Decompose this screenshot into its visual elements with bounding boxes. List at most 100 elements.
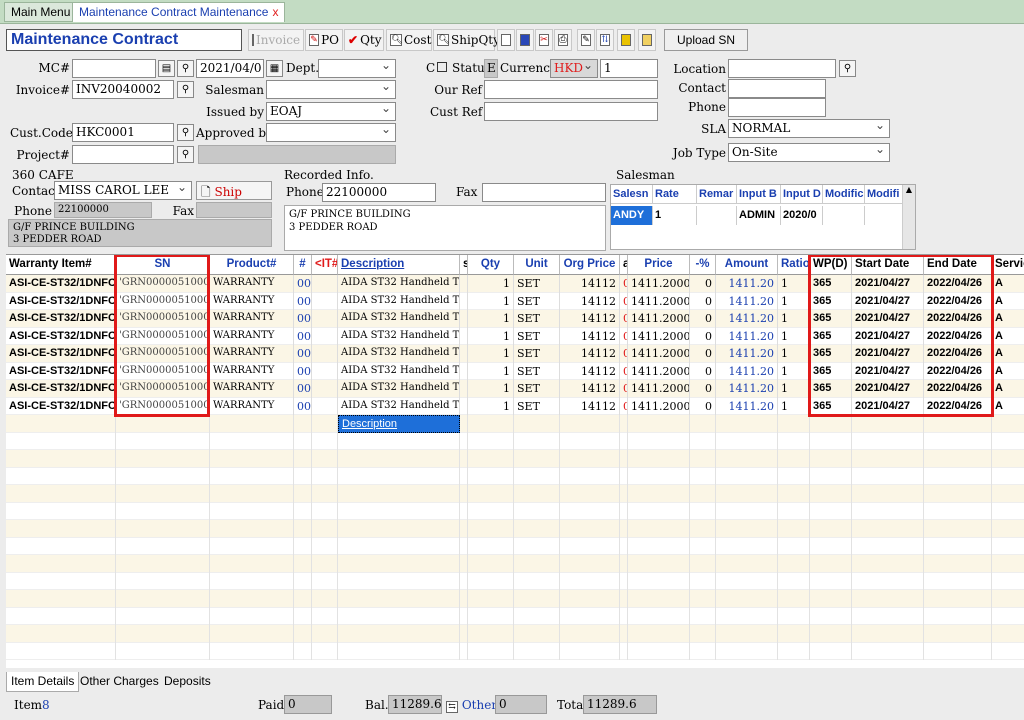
salesman-header[interactable]: Salesn: [611, 185, 653, 204]
table-cell[interactable]: 0: [620, 275, 628, 293]
table-row[interactable]: [6, 450, 1024, 468]
table-cell[interactable]: SET: [514, 310, 560, 328]
table-cell[interactable]: 003: [294, 310, 312, 328]
cost-button[interactable]: 🔍︎ Cost: [386, 29, 432, 51]
recorded-address[interactable]: G/F PRINCE BUILDING 3 PEDDER ROAD: [284, 205, 606, 251]
salesman-header[interactable]: Rate: [653, 185, 697, 204]
table-cell[interactable]: 005: [294, 345, 312, 363]
table-cell[interactable]: 1: [778, 345, 810, 363]
salesman-cell[interactable]: 1: [653, 206, 697, 225]
contact-input[interactable]: [728, 79, 826, 98]
table-cell[interactable]: A: [992, 293, 1024, 311]
column-header[interactable]: <IT#: [312, 255, 338, 275]
table-cell[interactable]: ASI-CE-ST32/1DNFC: [6, 397, 116, 415]
approved-by-select[interactable]: [266, 123, 396, 142]
table-cell[interactable]: A: [992, 328, 1024, 346]
salesman-select[interactable]: [266, 80, 396, 99]
search-icon[interactable]: ⚲: [839, 60, 856, 77]
table-cell[interactable]: 1: [468, 275, 514, 293]
salesman-cell[interactable]: ADMIN: [737, 206, 781, 225]
table-cell[interactable]: SET: [514, 327, 560, 345]
phone-input[interactable]: [728, 98, 826, 117]
column-header[interactable]: Description: [338, 255, 460, 275]
table-cell[interactable]: 1: [778, 397, 810, 415]
search-icon[interactable]: ⚲: [177, 146, 194, 163]
salesman-cell[interactable]: ANDY: [611, 206, 653, 225]
table-cell[interactable]: [312, 310, 338, 328]
table-cell[interactable]: 0: [620, 327, 628, 345]
column-header[interactable]: Price: [628, 255, 690, 275]
rate-input[interactable]: 1: [600, 59, 658, 78]
search-icon[interactable]: ⚲: [177, 81, 194, 98]
table-cell[interactable]: AIDA ST32 Handheld Termi: [338, 292, 460, 310]
search-icon[interactable]: ⚲: [177, 60, 194, 77]
salesman-cell[interactable]: [697, 206, 737, 225]
table-cell[interactable]: 14112: [560, 327, 620, 345]
table-cell[interactable]: 1: [778, 327, 810, 345]
table-cell[interactable]: [460, 362, 468, 380]
table-cell[interactable]: 1: [468, 310, 514, 328]
table-cell[interactable]: [460, 310, 468, 328]
table-cell[interactable]: 1411.2000: [628, 345, 690, 363]
table-cell[interactable]: 14112: [560, 380, 620, 398]
table-row[interactable]: [6, 625, 1024, 643]
table-cell[interactable]: A: [992, 398, 1024, 416]
column-header[interactable]: Warranty Item#: [6, 255, 116, 275]
salesman-header[interactable]: Input D: [781, 185, 823, 204]
tab-deposits[interactable]: Deposits: [160, 672, 215, 692]
table-cell[interactable]: 0: [620, 380, 628, 398]
table-cell[interactable]: 14112: [560, 397, 620, 415]
project-input[interactable]: [72, 145, 174, 164]
save-button[interactable]: [516, 29, 534, 51]
table-cell[interactable]: 006: [294, 362, 312, 380]
table-cell[interactable]: [460, 327, 468, 345]
table-cell[interactable]: WARRANTY: [210, 275, 294, 293]
table-row[interactable]: [6, 467, 1024, 485]
arrow-up-icon[interactable]: ▲: [903, 185, 915, 194]
column-header[interactable]: Amount: [716, 255, 778, 275]
table-cell[interactable]: 1411.2000: [628, 292, 690, 310]
ship-to-button[interactable]: 🗋︎ Ship to...: [196, 181, 272, 218]
recorded-phone-input[interactable]: 22100000: [322, 183, 436, 202]
table-row[interactable]: [6, 555, 1024, 573]
new-row-description-input[interactable]: Description: [338, 415, 460, 433]
column-header[interactable]: Product#: [210, 255, 294, 275]
salesman-cell[interactable]: [865, 206, 903, 225]
table-cell[interactable]: 1: [778, 275, 810, 293]
table-cell[interactable]: 1411.2000: [628, 380, 690, 398]
cust-ref-input[interactable]: [484, 102, 658, 121]
table-cell[interactable]: SET: [514, 275, 560, 293]
transfer-button[interactable]: ⇅: [596, 29, 614, 51]
table-cell[interactable]: WARRANTY: [210, 292, 294, 310]
table-cell[interactable]: SET: [514, 292, 560, 310]
table-row[interactable]: [6, 537, 1024, 555]
column-header[interactable]: Unit: [514, 255, 560, 275]
table-row[interactable]: [6, 607, 1024, 625]
salesman-header[interactable]: Modific: [823, 185, 865, 204]
sla-select[interactable]: NORMAL: [728, 119, 890, 138]
table-cell[interactable]: WARRANTY: [210, 327, 294, 345]
column-header[interactable]: Org Price: [560, 255, 620, 275]
column-header[interactable]: s: [460, 255, 468, 275]
table-cell[interactable]: ASI-CE-ST32/1DNFC: [6, 275, 116, 293]
table-cell[interactable]: 14112: [560, 362, 620, 380]
table-cell[interactable]: 0: [690, 310, 716, 328]
table-cell[interactable]: ASI-CE-ST32/1DNFC: [6, 310, 116, 328]
our-ref-input[interactable]: [484, 80, 658, 99]
column-header[interactable]: -%: [690, 255, 716, 275]
recorded-fax-input[interactable]: [482, 183, 606, 202]
table-cell[interactable]: 0: [690, 345, 716, 363]
table-cell[interactable]: [460, 345, 468, 363]
delete-button[interactable]: ✂: [535, 29, 553, 51]
table-cell[interactable]: 1: [468, 292, 514, 310]
table-cell[interactable]: 14112: [560, 345, 620, 363]
table-cell[interactable]: SET: [514, 397, 560, 415]
table-cell[interactable]: 1411.2000: [628, 362, 690, 380]
table-cell[interactable]: ASI-CE-ST32/1DNFC: [6, 327, 116, 345]
table-cell[interactable]: A: [992, 345, 1024, 363]
table-row[interactable]: [6, 520, 1024, 538]
table-cell[interactable]: 1411.2000: [628, 310, 690, 328]
table-cell[interactable]: [312, 362, 338, 380]
table-cell[interactable]: 1: [778, 310, 810, 328]
table-cell[interactable]: A: [992, 275, 1024, 293]
